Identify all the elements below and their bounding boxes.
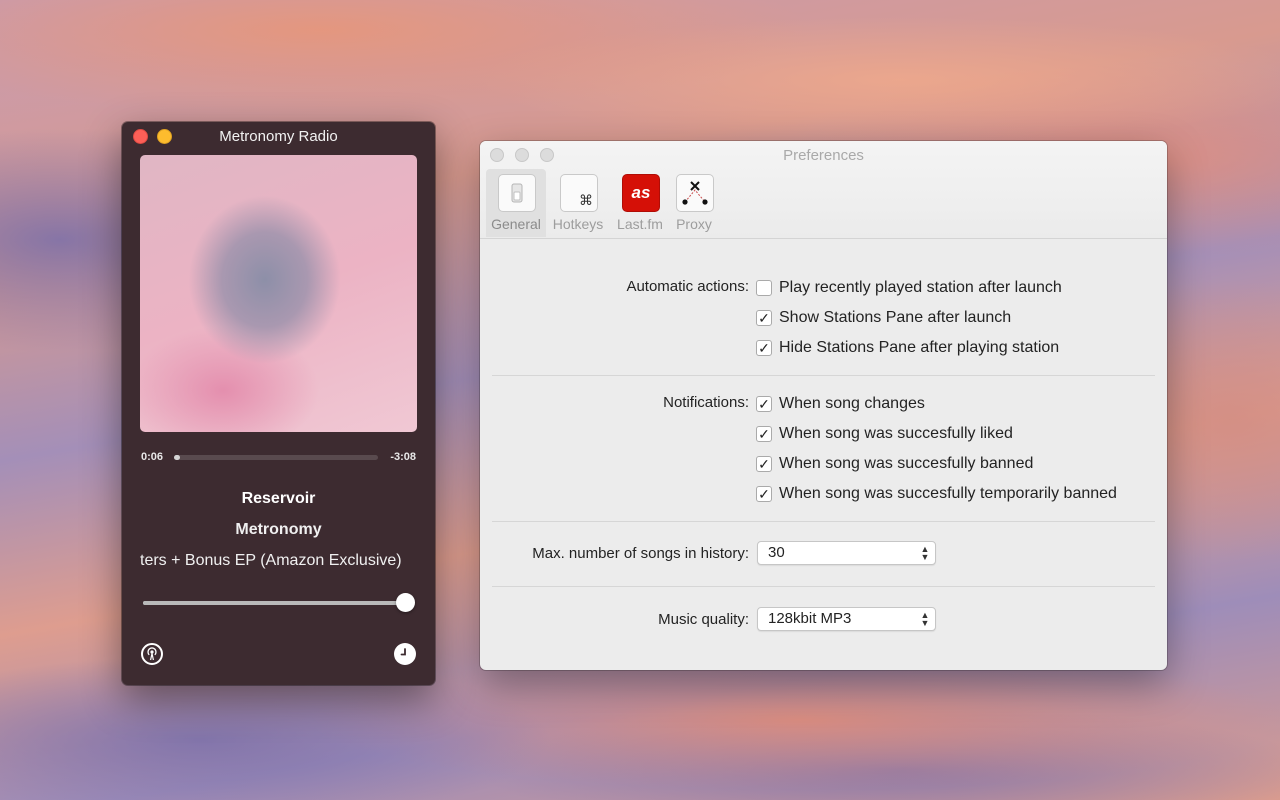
progress-fill [174, 455, 181, 460]
checkbox-row-notifications-1[interactable]: ✓ When song was succesfully liked [756, 424, 1013, 444]
checkbox-row-automatic-1[interactable]: ✓ Show Stations Pane after launch [756, 308, 1011, 328]
tab-lastfm[interactable]: as Last.fm [610, 169, 670, 237]
checkbox-label: When song changes [779, 395, 925, 412]
broadcast-icon [147, 647, 157, 661]
automatic-actions-label: Automatic actions: [626, 278, 749, 295]
checkbox[interactable]: ✓ [756, 340, 772, 356]
song-title: Reservoir [241, 490, 316, 507]
checkbox-label: Show Stations Pane after launch [779, 309, 1012, 326]
checkbox-row-notifications-3[interactable]: ✓ When song was succesfully temporarily … [756, 484, 1117, 504]
volume-fill [143, 601, 405, 605]
history-select-value: 30 [768, 544, 785, 561]
tab-hotkeys-label: Hotkeys [552, 216, 604, 232]
clock-icon [400, 648, 406, 656]
lastfm-logo-text: as [631, 183, 651, 202]
album-name: ters + Bonus EP (Amazon Exclusive) [140, 552, 417, 570]
checkbox-label: When song was succesfully banned [779, 455, 1034, 472]
tab-general-label: General [491, 216, 541, 232]
checkbox-row-notifications-0[interactable]: ✓ When song changes [756, 394, 925, 414]
quality-label: Music quality: [658, 611, 749, 628]
album-artwork [140, 155, 417, 432]
time-elapsed: 0:06 [141, 451, 164, 463]
preferences-window: Preferences General ⌘ Hotkeys as Last.fm [480, 141, 1167, 670]
volume-knob[interactable] [396, 593, 415, 612]
tab-hotkeys[interactable]: ⌘ Hotkeys [548, 169, 608, 237]
history-label: Max. number of songs in history: [532, 545, 749, 562]
progress-bar[interactable] [174, 455, 378, 460]
preferences-toolbar: Preferences General ⌘ Hotkeys as Last.fm [480, 141, 1167, 239]
checkbox-row-notifications-2[interactable]: ✓ When song was succesfully banned [756, 454, 1033, 474]
checkbox[interactable] [756, 280, 772, 296]
tab-proxy[interactable]: Proxy [664, 169, 724, 237]
command-key-icon: ⌘ [560, 174, 598, 212]
stations-button[interactable] [141, 643, 163, 665]
separator [492, 586, 1155, 587]
checkbox[interactable]: ✓ [756, 456, 772, 472]
checkbox[interactable]: ✓ [756, 486, 772, 502]
tab-general[interactable]: General [486, 169, 546, 237]
tab-proxy-label: Proxy [676, 216, 712, 232]
proxy-icon [676, 174, 714, 212]
quality-select-value: 128kbit MP3 [768, 610, 852, 627]
switch-icon [498, 174, 536, 212]
checkbox-label: When song was succesfully liked [779, 425, 1013, 442]
artist-name: Metronomy [235, 521, 322, 538]
history-button[interactable] [394, 643, 416, 665]
separator [492, 375, 1155, 376]
quality-select[interactable]: 128kbit MP3 ▲ ▼ [757, 607, 936, 631]
updown-arrows-icon: ▲ ▼ [920, 544, 930, 562]
updown-arrows-icon: ▲ ▼ [920, 610, 930, 628]
time-remaining: -3:08 [390, 451, 416, 463]
player-titlebar[interactable]: Metronomy Radio [122, 122, 435, 150]
checkbox-label: Hide Stations Pane after playing station [779, 339, 1060, 356]
checkbox[interactable]: ✓ [756, 426, 772, 442]
history-select[interactable]: 30 ▲ ▼ [757, 541, 936, 565]
player-title: Metronomy Radio [219, 128, 338, 145]
preferences-title: Preferences [783, 147, 864, 164]
checkbox-label: Play recently played station after launc… [779, 279, 1062, 296]
album-name-text: ters + Bonus EP (Amazon Exclusive) [140, 552, 402, 569]
volume-slider[interactable] [143, 601, 405, 605]
checkbox-row-automatic-2[interactable]: ✓ Hide Stations Pane after playing stati… [756, 338, 1059, 358]
notifications-label: Notifications: [663, 394, 749, 411]
separator [492, 521, 1155, 522]
player-window: Metronomy Radio 0:06 -3:08 Reservoir Met… [122, 122, 435, 685]
checkbox[interactable]: ✓ [756, 396, 772, 412]
checkbox-label: When song was succesfully temporarily ba… [779, 485, 1117, 502]
tab-lastfm-label: Last.fm [617, 216, 663, 232]
checkbox-row-automatic-0[interactable]: Play recently played station after launc… [756, 278, 1062, 298]
checkbox[interactable]: ✓ [756, 310, 772, 326]
lastfm-icon: as [622, 174, 660, 212]
